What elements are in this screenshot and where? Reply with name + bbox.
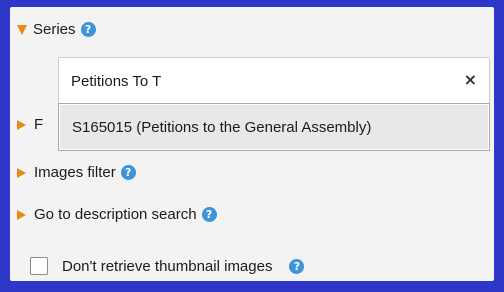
caret-right-icon	[17, 119, 26, 130]
thumbnails-checkbox[interactable]	[30, 257, 48, 275]
images-filter-label: Images filter	[34, 164, 116, 181]
caret-down-icon	[17, 24, 27, 35]
description-search-label: Go to description search	[34, 206, 197, 223]
series-label: Series	[33, 21, 76, 38]
hidden-filter-toggle[interactable]: F	[17, 116, 43, 133]
caret-right-icon	[17, 167, 26, 178]
question-circle-icon[interactable]: ?	[201, 207, 217, 222]
description-search-toggle[interactable]: Go to description search ?	[17, 206, 217, 223]
question-circle-icon[interactable]: ?	[80, 22, 96, 37]
series-suggestions-dropdown: S165015 (Petitions to the General Assemb…	[58, 103, 490, 151]
thumbnails-option: Don't retrieve thumbnail images ?	[30, 257, 305, 275]
question-circle-icon[interactable]: ?	[289, 258, 305, 274]
thumbnails-label: Don't retrieve thumbnail images	[62, 257, 273, 275]
series-filter-toggle[interactable]: Series ?	[17, 21, 96, 38]
suggestion-option[interactable]: S165015 (Petitions to the General Assemb…	[60, 105, 488, 149]
highlight-frame: Series ? F Images filter ? Go to descrip…	[0, 0, 504, 292]
hidden-filter-label: F	[34, 116, 44, 133]
caret-right-icon	[17, 209, 26, 220]
filters-panel: Series ? F Images filter ? Go to descrip…	[10, 7, 494, 281]
images-filter-toggle[interactable]: Images filter ?	[17, 164, 136, 181]
close-icon[interactable]: ×	[464, 71, 477, 89]
question-circle-icon[interactable]: ?	[120, 165, 136, 180]
series-search-box: ×	[58, 57, 490, 103]
series-search-input[interactable]	[71, 69, 451, 93]
